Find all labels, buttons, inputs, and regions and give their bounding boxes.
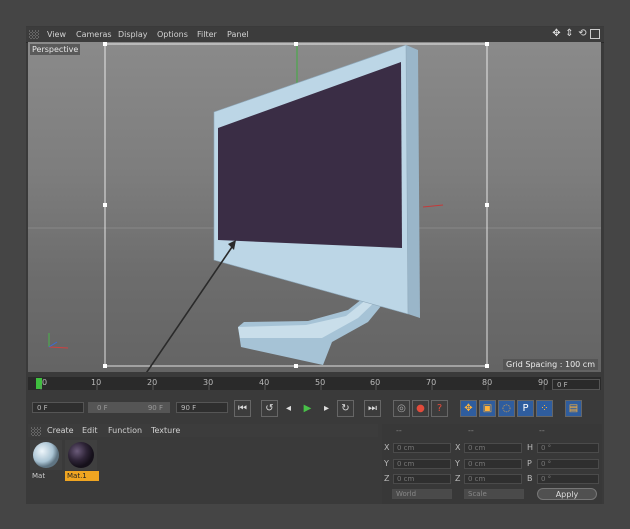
menu-function[interactable]: Function [108,426,142,435]
start-frame-field[interactable]: 0 F [32,402,84,413]
material-name[interactable]: Mat [30,471,64,481]
next-key-icon[interactable]: ↻ [337,400,354,417]
axis-label: Z [455,474,461,483]
motion-record-icon[interactable]: ◎ [393,400,410,417]
autokey-icon[interactable]: ? [431,400,448,417]
annotation-arrow [145,246,233,372]
axis-label: P [527,459,532,468]
prev-key-icon[interactable]: ↺ [261,400,278,417]
world-x-axis [422,204,444,208]
column-dash: -- [539,426,545,435]
axis-label: X [455,443,461,452]
menu-panel[interactable]: Panel [227,30,249,39]
size-mode-select[interactable]: Scale [464,489,524,499]
key-position-icon[interactable]: ✥ [460,400,477,417]
monitor-side [406,45,420,318]
key-parameter-icon[interactable]: P [517,400,534,417]
menu-texture[interactable]: Texture [151,426,180,435]
axis-label: Z [384,474,390,483]
material-swatch-mat-1[interactable] [65,440,97,470]
view-navigation: ✥ ⇕ ⟲ [551,28,600,41]
menu-create[interactable]: Create [47,426,74,435]
transport-controls: ⏮ ↺ ◂ ▶ ▸ ↻ ⏭ ◎ ● ? ✥ ▣ ◌ P ⁘ ▤ [234,400,582,418]
record-key-icon[interactable]: ● [412,400,429,417]
axis-label: H [527,443,534,452]
range-start-label: 0 F [97,404,108,412]
next-frame-icon[interactable]: ▸ [318,400,335,417]
position-y-field[interactable]: 0 cm [393,459,451,469]
column-dash: -- [396,426,402,435]
move-view-icon[interactable]: ✥ [551,28,562,39]
key-rotation-icon[interactable]: ◌ [498,400,515,417]
coordinate-mode-select[interactable]: World [392,489,452,499]
key-scale-icon[interactable]: ▣ [479,400,496,417]
maximize-view-icon[interactable] [590,29,600,39]
axis-label: X [384,443,390,452]
panel-grip-icon[interactable] [31,427,41,436]
gizmo-x-axis [48,346,69,349]
timeline-icon[interactable]: ▤ [565,400,582,417]
timeline-ticks [40,385,545,390]
position-x-field[interactable]: 0 cm [393,443,451,453]
menu-options[interactable]: Options [157,30,188,39]
material-swatch-mat[interactable] [30,440,62,470]
rotation-p-field[interactable]: 0 ° [537,459,599,469]
key-pla-icon[interactable]: ⁘ [536,400,553,417]
axis-label: B [527,474,533,483]
menu-cameras[interactable]: Cameras [76,30,112,39]
column-dash: -- [468,426,474,435]
menu-filter[interactable]: Filter [197,30,217,39]
play-icon[interactable]: ▶ [299,400,316,417]
material-sphere-icon [33,442,59,468]
axis-label: Y [384,459,389,468]
position-z-field[interactable]: 0 cm [393,474,451,484]
scale-z-field[interactable]: 0 cm [464,474,522,484]
end-frame-field[interactable]: 90 F [176,402,228,413]
material-sphere-icon [68,442,94,468]
menu-edit[interactable]: Edit [82,426,98,435]
range-end-label: 90 F [147,404,163,412]
rotate-view-icon[interactable]: ⟲ [577,28,588,39]
material-menubar: Create Edit Function Texture [28,424,378,438]
rotation-h-field[interactable]: 0 ° [537,443,599,453]
menu-view[interactable]: View [47,30,66,39]
perspective-viewport[interactable]: Perspective Grid Spacing : 100 cm [28,42,601,372]
zoom-view-icon[interactable]: ⇕ [564,28,575,39]
axis-label: Y [455,459,460,468]
timeline-ruler[interactable]: 0 10 20 30 40 50 60 70 80 90 [28,377,601,390]
viewport-scene [28,42,601,372]
goto-start-icon[interactable]: ⏮ [234,400,251,417]
material-manager: Mat Mat.1 [28,437,380,504]
menu-display[interactable]: Display [118,30,148,39]
material-name-selected[interactable]: Mat.1 [65,471,99,481]
range-slider[interactable]: 0 F 90 F [88,402,170,413]
prev-frame-icon[interactable]: ◂ [280,400,297,417]
panel-grip-icon[interactable] [29,30,39,39]
gizmo-z-axis [48,341,58,348]
scale-x-field[interactable]: 0 cm [464,443,522,453]
apply-button[interactable]: Apply [537,488,597,500]
viewport-menubar: View Cameras Display Options Filter Pane… [26,27,604,43]
grid-spacing-label: Grid Spacing : 100 cm [503,359,598,370]
rotation-b-field[interactable]: 0 ° [537,474,599,484]
viewport-label: Perspective [30,44,81,55]
scale-y-field[interactable]: 0 cm [464,459,522,469]
goto-end-icon[interactable]: ⏭ [364,400,381,417]
current-frame-field[interactable]: 0 F [552,379,600,390]
